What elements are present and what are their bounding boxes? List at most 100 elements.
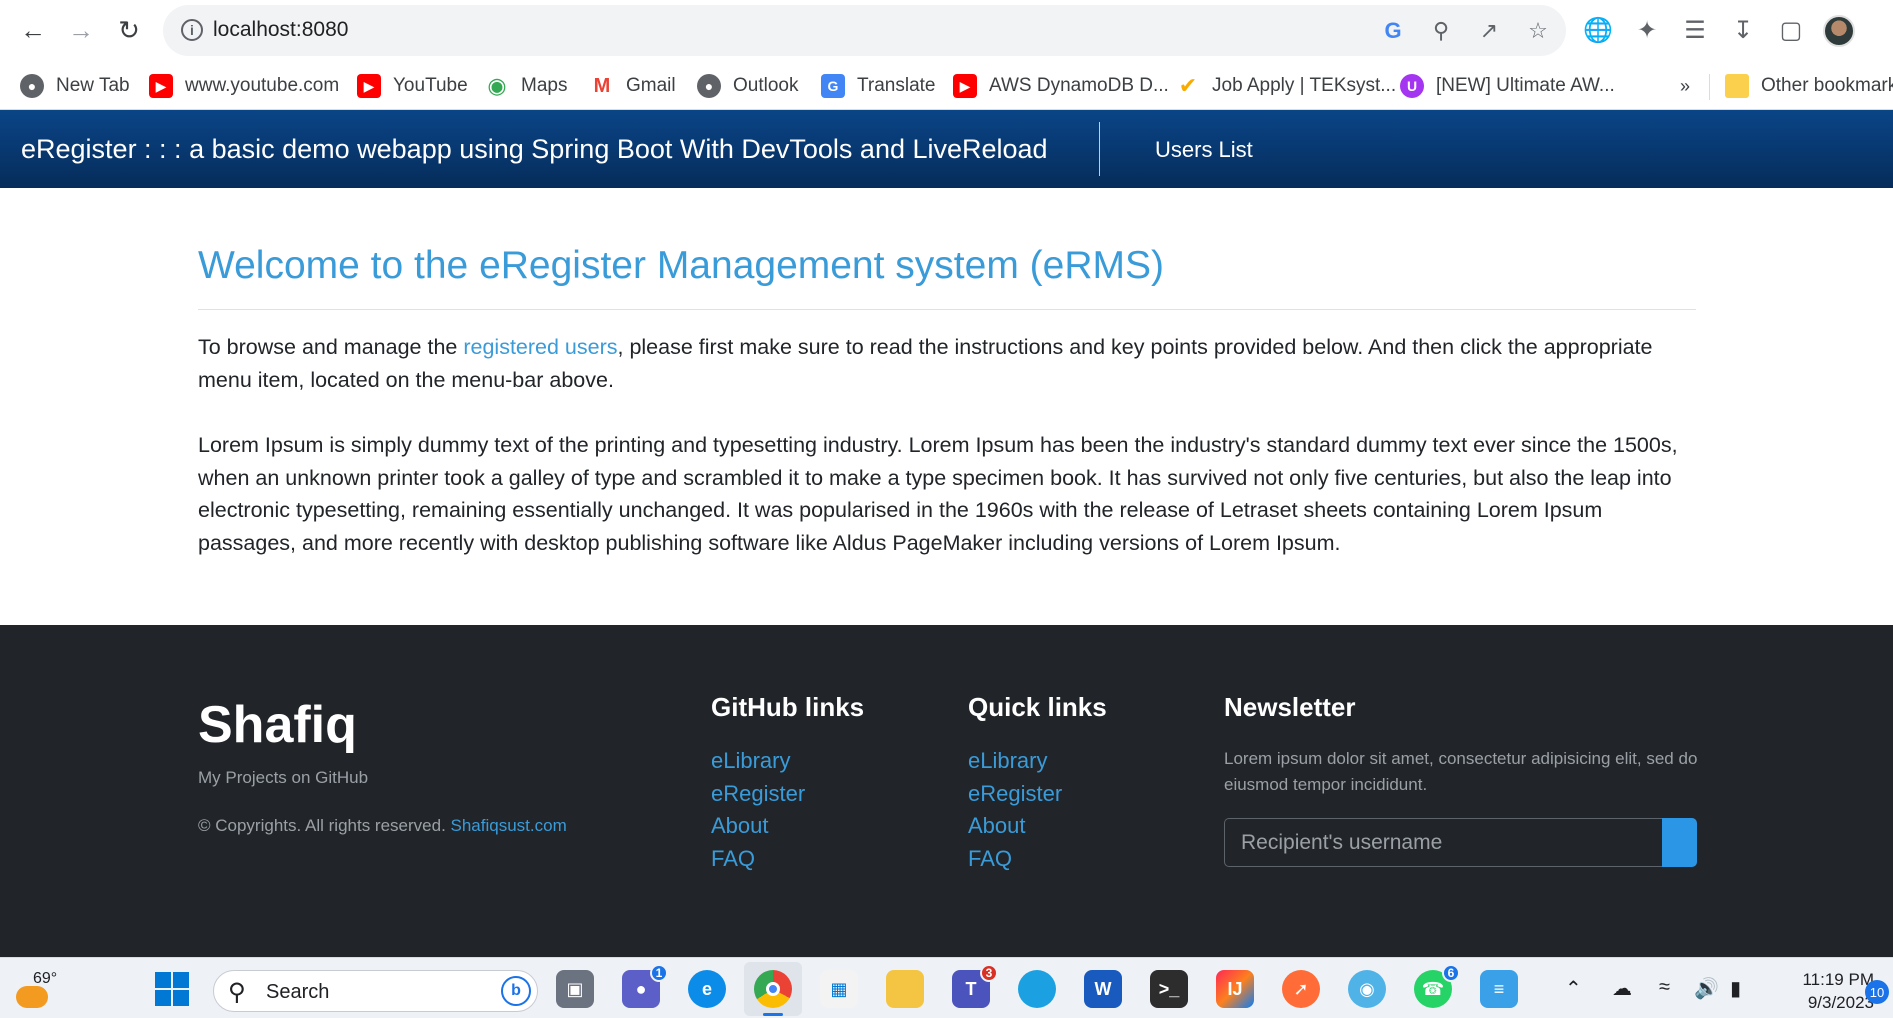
bookmark-label: Job Apply | TEKsyst... [1212,75,1397,96]
intellij-icon[interactable]: IJ [1216,970,1254,1008]
bookmarks-overflow[interactable]: » [1680,72,1690,100]
bookmark-label: Gmail [626,75,676,96]
weather-temperature[interactable]: 69° [33,970,57,988]
clock-date: 9/3/2023 [1807,993,1874,1012]
zoom-icon[interactable]: ⚲ [1427,17,1455,45]
onedrive-cloud-icon[interactable]: ☁ [1612,976,1632,1001]
profile-avatar[interactable] [1823,15,1855,47]
reload-icon[interactable]: ↻ [112,13,146,47]
edge-icon[interactable]: e [688,970,726,1008]
bookmarks-bar: ● New Tab ▶ www.youtube.com ▶ YouTube ◉ … [0,62,1893,110]
intro-paragraph: To browse and manage the registered user… [198,335,1653,392]
bookmark-new-tab[interactable]: ● New Tab [20,72,130,100]
folder-icon [1725,74,1749,98]
copyright-link[interactable]: Shafiqsust.com [451,816,567,835]
app-brand[interactable]: eRegister : : : a basic demo webapp usin… [21,134,1048,165]
bookmark-other[interactable]: Other bookmarks [1725,72,1893,100]
whatsapp-icon[interactable]: ☎ 6 [1414,964,1460,1008]
quick-links-heading: Quick links [968,692,1107,722]
windows-taskbar: 69° ⚲ Search b ▣ ● 1 e ▦ T3 W >_ IJ ➚ ◉ ☎… [0,957,1893,1018]
app-blue-icon[interactable] [1018,970,1056,1008]
quick-link-faq[interactable]: FAQ [968,843,1062,876]
weather-icon[interactable] [16,986,48,1008]
bing-icon[interactable]: b [501,976,531,1006]
newsletter-text: Lorem ipsum dolor sit amet, consectetur … [1224,749,1698,794]
navbar-divider [1099,122,1100,176]
taskbar-search[interactable]: ⚲ Search b [213,970,538,1012]
bookmark-maps[interactable]: ◉ Maps [485,72,567,100]
udemy-icon: U [1400,74,1424,98]
teams-badge: 3 [980,964,998,982]
volume-icon[interactable]: 🔊 [1694,976,1719,1001]
newsletter-subscribe-button[interactable] [1662,818,1697,867]
site-info-icon[interactable]: i [181,19,203,41]
notification-count-badge[interactable]: 10 [1865,980,1889,1004]
browser-toolbar: ← → ↻ i localhost:8080 G ⚲ ↗ ☆ 🌐 ✦ ☰ ↧ ▢ [0,0,1893,62]
windows-start-icon[interactable] [153,970,191,1008]
bookmark-youtube[interactable]: ▶ YouTube [357,72,468,100]
bookmark-gmail[interactable]: M Gmail [590,72,676,100]
terminal-icon[interactable]: >_ [1150,970,1188,1008]
youtube-icon: ▶ [357,74,381,98]
tray-chevron-up-icon[interactable]: ⌃ [1565,976,1582,1001]
bookmark-star-icon[interactable]: ☆ [1524,17,1552,45]
github-links-list: eLibrary eRegister About FAQ [711,745,805,875]
clock-time: 11:19 PM [1802,970,1874,989]
bookmark-aws-dynamodb[interactable]: ▶ AWS DynamoDB D... [953,72,1169,100]
media-playlist-icon[interactable]: ☰ [1679,14,1711,46]
bookmark-label: Other bookmarks [1761,75,1893,96]
side-panel-icon[interactable]: ▢ [1775,14,1807,46]
search-label: Search [266,981,330,1003]
github-link-eregister[interactable]: eRegister [711,778,805,811]
github-link-about[interactable]: About [711,810,805,843]
bookmark-outlook[interactable]: ● Outlook [697,72,798,100]
youtube-icon: ▶ [953,74,977,98]
download-icon[interactable]: ↧ [1727,14,1759,46]
back-arrow-icon[interactable]: ← [16,13,50,47]
quick-link-eregister[interactable]: eRegister [968,778,1062,811]
forward-arrow-icon[interactable]: → [64,13,98,47]
extensions-icon[interactable]: ✦ [1631,14,1663,46]
teksystems-icon: ✔ [1178,73,1198,98]
github-links-heading: GitHub links [711,692,865,722]
search-icon: ⚲ [228,979,246,1006]
google-lens-icon[interactable]: G [1379,17,1407,45]
word-icon[interactable]: W [1084,970,1122,1008]
address-bar[interactable]: i localhost:8080 G ⚲ ↗ ☆ [163,5,1566,56]
bookmark-label: AWS DynamoDB D... [989,75,1169,96]
newsletter-username-input[interactable] [1224,818,1662,867]
bookmark-teksystems[interactable]: ✔ Job Apply | TEKsyst... [1176,72,1396,100]
newsletter-heading: Newsletter [1224,692,1356,722]
address-url[interactable]: localhost:8080 [213,18,348,42]
maps-pin-icon: ◉ [487,73,507,98]
bookmark-label: YouTube [393,75,468,96]
task-view-icon[interactable]: ▣ [556,970,594,1008]
share-icon[interactable]: ↗ [1475,17,1503,45]
bookmark-label: www.youtube.com [185,75,340,96]
footer-brand: Shafiq [198,696,357,754]
quick-link-elibrary[interactable]: eLibrary [968,745,1062,778]
chrome-icon[interactable] [754,970,792,1008]
battery-icon[interactable]: ▮ [1730,976,1741,1001]
bookmark-youtube-site[interactable]: ▶ www.youtube.com [149,72,339,100]
wifi-icon[interactable]: ≈ [1659,976,1670,999]
bookmark-translate[interactable]: G Translate [821,72,936,100]
teams-chat-icon[interactable]: ● 1 [622,964,668,1008]
footer-copyright: © Copyrights. All rights reserved. Shafi… [198,816,567,835]
globe-icon: ● [20,74,44,98]
bookmark-udemy[interactable]: U [NEW] Ultimate AW... [1400,72,1615,100]
paint-icon[interactable]: ◉ [1348,970,1386,1008]
file-explorer-icon[interactable] [886,970,924,1008]
notepad-icon[interactable]: ≡ [1480,970,1518,1008]
system-clock[interactable]: 11:19 PM 9/3/2023 [1764,968,1874,1014]
postman-icon[interactable]: ➚ [1282,970,1320,1008]
registered-users-link[interactable]: registered users [463,335,617,359]
github-link-faq[interactable]: FAQ [711,843,805,876]
nav-users-list[interactable]: Users List [1155,137,1253,163]
translate-globe-icon[interactable]: 🌐 [1582,14,1614,46]
quick-link-about[interactable]: About [968,810,1062,843]
store-icon[interactable]: ▦ [820,970,858,1008]
title-divider [198,309,1696,310]
teams-icon[interactable]: T3 [952,964,998,1008]
github-link-elibrary[interactable]: eLibrary [711,745,805,778]
